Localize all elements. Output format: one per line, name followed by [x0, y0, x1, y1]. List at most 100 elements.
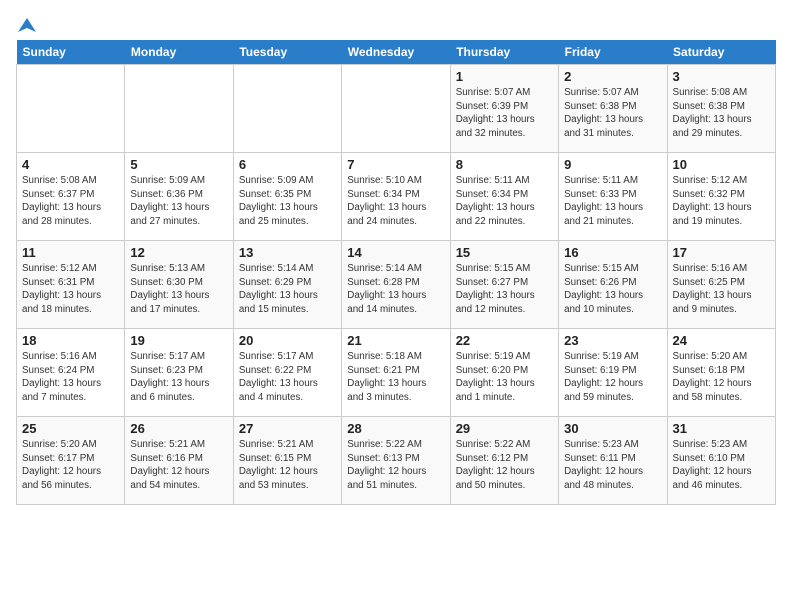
- day-info: Sunrise: 5:12 AM Sunset: 6:31 PM Dayligh…: [22, 262, 119, 317]
- day-number: 27: [239, 421, 336, 436]
- day-number: 14: [347, 245, 444, 260]
- day-number: 16: [564, 245, 661, 260]
- calendar-cell: 9 Sunrise: 5:11 AM Sunset: 6:33 PM Daylig…: [559, 153, 667, 241]
- calendar-week-3: 11 Sunrise: 5:12 AM Sunset: 6:31 PM Dayli…: [17, 241, 776, 329]
- day-info: Sunrise: 5:12 AM Sunset: 6:32 PM Dayligh…: [673, 174, 770, 229]
- day-number: 13: [239, 245, 336, 260]
- day-info: Sunrise: 5:11 AM Sunset: 6:33 PM Dayligh…: [564, 174, 661, 229]
- calendar-cell: 20 Sunrise: 5:17 AM Sunset: 6:22 PM Dayli…: [233, 329, 341, 417]
- calendar-cell: 10 Sunrise: 5:12 AM Sunset: 6:32 PM Dayli…: [667, 153, 775, 241]
- calendar-cell: 17Sunrise: 5:16 AM Sunset: 6:25 PM Dayli…: [667, 241, 775, 329]
- day-number: 1: [456, 69, 553, 84]
- day-number: 25: [22, 421, 119, 436]
- day-number: 21: [347, 333, 444, 348]
- day-info: Sunrise: 5:15 AM Sunset: 6:26 PM Dayligh…: [564, 262, 661, 317]
- calendar-cell: 15 Sunrise: 5:15 AM Sunset: 6:27 PM Dayli…: [450, 241, 558, 329]
- day-info: Sunrise: 5:16 AM Sunset: 6:24 PM Dayligh…: [22, 350, 119, 405]
- day-info: Sunrise: 5:10 AM Sunset: 6:34 PM Dayligh…: [347, 174, 444, 229]
- calendar-cell: 16 Sunrise: 5:15 AM Sunset: 6:26 PM Dayli…: [559, 241, 667, 329]
- calendar-table: SundayMondayTuesdayWednesdayThursdayFrid…: [16, 40, 776, 505]
- day-info: Sunrise: 5:22 AM Sunset: 6:13 PM Dayligh…: [347, 438, 444, 493]
- day-number: 30: [564, 421, 661, 436]
- day-info: Sunrise: 5:11 AM Sunset: 6:34 PM Dayligh…: [456, 174, 553, 229]
- day-number: 12: [130, 245, 227, 260]
- day-info: Sunrise: 5:17 AM Sunset: 6:22 PM Dayligh…: [239, 350, 336, 405]
- header-saturday: Saturday: [667, 40, 775, 65]
- calendar-cell: 1 Sunrise: 5:07 AM Sunset: 6:39 PM Daylig…: [450, 65, 558, 153]
- day-number: 15: [456, 245, 553, 260]
- day-number: 23: [564, 333, 661, 348]
- calendar-cell: 24 Sunrise: 5:20 AM Sunset: 6:18 PM Dayli…: [667, 329, 775, 417]
- header-friday: Friday: [559, 40, 667, 65]
- calendar-cell: 18 Sunrise: 5:16 AM Sunset: 6:24 PM Dayli…: [17, 329, 125, 417]
- calendar-cell: 25 Sunrise: 5:20 AM Sunset: 6:17 PM Dayli…: [17, 417, 125, 505]
- day-number: 6: [239, 157, 336, 172]
- calendar-cell: [342, 65, 450, 153]
- calendar-cell: 8 Sunrise: 5:11 AM Sunset: 6:34 PM Daylig…: [450, 153, 558, 241]
- calendar-cell: [125, 65, 233, 153]
- calendar-cell: 22 Sunrise: 5:19 AM Sunset: 6:20 PM Dayli…: [450, 329, 558, 417]
- day-number: 8: [456, 157, 553, 172]
- calendar-cell: 11 Sunrise: 5:12 AM Sunset: 6:31 PM Dayli…: [17, 241, 125, 329]
- day-number: 4: [22, 157, 119, 172]
- calendar-cell: [233, 65, 341, 153]
- day-number: 2: [564, 69, 661, 84]
- day-number: 3: [673, 69, 770, 84]
- day-number: 11: [22, 245, 119, 260]
- calendar-cell: 12 Sunrise: 5:13 AM Sunset: 6:30 PM Dayli…: [125, 241, 233, 329]
- calendar-cell: 28 Sunrise: 5:22 AM Sunset: 6:13 PM Dayli…: [342, 417, 450, 505]
- calendar-cell: 19 Sunrise: 5:17 AM Sunset: 6:23 PM Dayli…: [125, 329, 233, 417]
- day-number: 10: [673, 157, 770, 172]
- calendar-week-2: 4 Sunrise: 5:08 AM Sunset: 6:37 PM Daylig…: [17, 153, 776, 241]
- day-number: 29: [456, 421, 553, 436]
- calendar-cell: 30 Sunrise: 5:23 AM Sunset: 6:11 PM Dayli…: [559, 417, 667, 505]
- day-info: Sunrise: 5:09 AM Sunset: 6:36 PM Dayligh…: [130, 174, 227, 229]
- day-info: Sunrise: 5:07 AM Sunset: 6:38 PM Dayligh…: [564, 86, 661, 141]
- calendar-cell: 6Sunrise: 5:09 AM Sunset: 6:35 PM Daylig…: [233, 153, 341, 241]
- day-number: 31: [673, 421, 770, 436]
- calendar-cell: 4 Sunrise: 5:08 AM Sunset: 6:37 PM Daylig…: [17, 153, 125, 241]
- day-info: Sunrise: 5:17 AM Sunset: 6:23 PM Dayligh…: [130, 350, 227, 405]
- day-info: Sunrise: 5:18 AM Sunset: 6:21 PM Dayligh…: [347, 350, 444, 405]
- day-info: Sunrise: 5:23 AM Sunset: 6:11 PM Dayligh…: [564, 438, 661, 493]
- day-info: Sunrise: 5:15 AM Sunset: 6:27 PM Dayligh…: [456, 262, 553, 317]
- day-number: 22: [456, 333, 553, 348]
- day-info: Sunrise: 5:07 AM Sunset: 6:39 PM Dayligh…: [456, 86, 553, 141]
- day-info: Sunrise: 5:14 AM Sunset: 6:29 PM Dayligh…: [239, 262, 336, 317]
- day-number: 17: [673, 245, 770, 260]
- calendar-cell: 26Sunrise: 5:21 AM Sunset: 6:16 PM Dayli…: [125, 417, 233, 505]
- day-number: 28: [347, 421, 444, 436]
- header-thursday: Thursday: [450, 40, 558, 65]
- day-number: 19: [130, 333, 227, 348]
- day-info: Sunrise: 5:13 AM Sunset: 6:30 PM Dayligh…: [130, 262, 227, 317]
- day-number: 9: [564, 157, 661, 172]
- calendar-cell: 3Sunrise: 5:08 AM Sunset: 6:38 PM Daylig…: [667, 65, 775, 153]
- day-info: Sunrise: 5:08 AM Sunset: 6:37 PM Dayligh…: [22, 174, 119, 229]
- calendar-cell: 13 Sunrise: 5:14 AM Sunset: 6:29 PM Dayli…: [233, 241, 341, 329]
- calendar-cell: 2 Sunrise: 5:07 AM Sunset: 6:38 PM Daylig…: [559, 65, 667, 153]
- day-info: Sunrise: 5:20 AM Sunset: 6:17 PM Dayligh…: [22, 438, 119, 493]
- day-info: Sunrise: 5:20 AM Sunset: 6:18 PM Dayligh…: [673, 350, 770, 405]
- day-number: 5: [130, 157, 227, 172]
- day-info: Sunrise: 5:21 AM Sunset: 6:15 PM Dayligh…: [239, 438, 336, 493]
- page-header: [16, 16, 776, 30]
- calendar-cell: 23Sunrise: 5:19 AM Sunset: 6:19 PM Dayli…: [559, 329, 667, 417]
- day-number: 24: [673, 333, 770, 348]
- header-wednesday: Wednesday: [342, 40, 450, 65]
- calendar-week-5: 25 Sunrise: 5:20 AM Sunset: 6:17 PM Dayli…: [17, 417, 776, 505]
- day-number: 20: [239, 333, 336, 348]
- day-info: Sunrise: 5:23 AM Sunset: 6:10 PM Dayligh…: [673, 438, 770, 493]
- day-info: Sunrise: 5:21 AM Sunset: 6:16 PM Dayligh…: [130, 438, 227, 493]
- calendar-week-1: 1 Sunrise: 5:07 AM Sunset: 6:39 PM Daylig…: [17, 65, 776, 153]
- calendar-cell: 27 Sunrise: 5:21 AM Sunset: 6:15 PM Dayli…: [233, 417, 341, 505]
- header-monday: Monday: [125, 40, 233, 65]
- day-info: Sunrise: 5:19 AM Sunset: 6:20 PM Dayligh…: [456, 350, 553, 405]
- day-number: 18: [22, 333, 119, 348]
- logo: [16, 16, 36, 30]
- day-info: Sunrise: 5:14 AM Sunset: 6:28 PM Dayligh…: [347, 262, 444, 317]
- calendar-cell: 7 Sunrise: 5:10 AM Sunset: 6:34 PM Daylig…: [342, 153, 450, 241]
- logo-bird-icon: [18, 16, 36, 34]
- header-tuesday: Tuesday: [233, 40, 341, 65]
- day-number: 7: [347, 157, 444, 172]
- calendar-cell: 29Sunrise: 5:22 AM Sunset: 6:12 PM Dayli…: [450, 417, 558, 505]
